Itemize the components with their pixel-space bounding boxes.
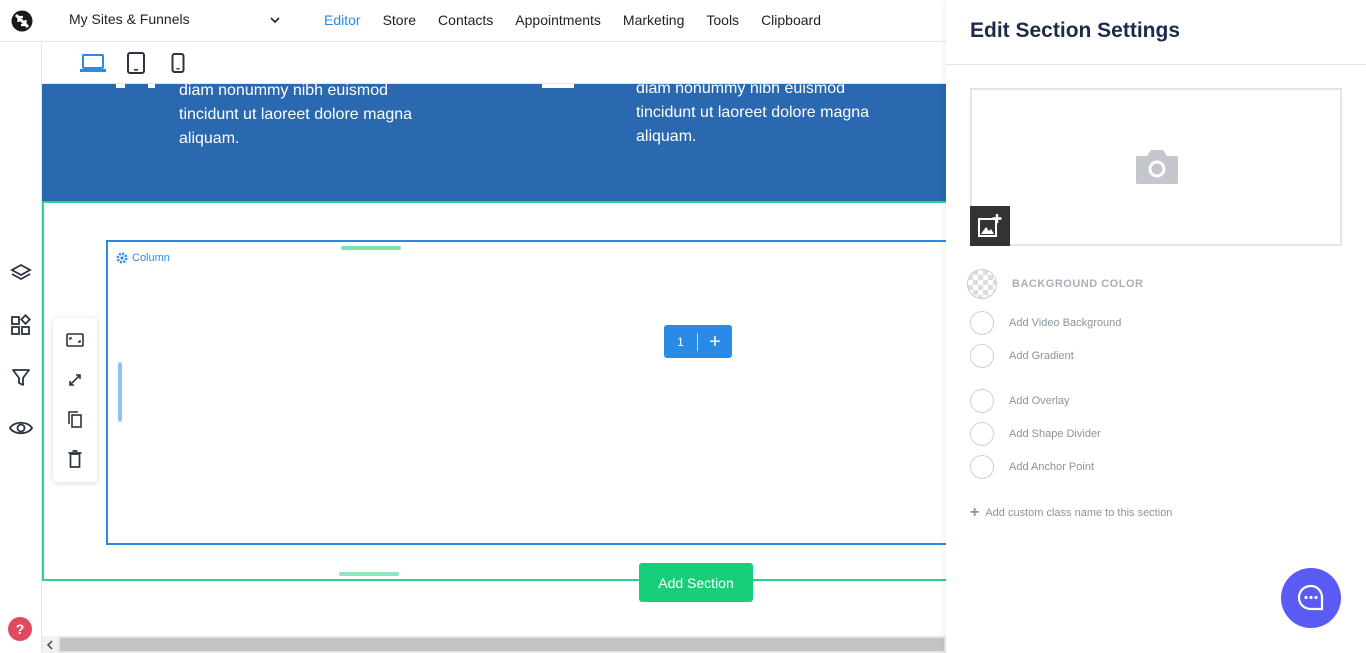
color-swatch[interactable]: [967, 269, 997, 299]
main-nav: Editor Store Contacts Appointments Marke…: [324, 12, 843, 28]
column-container[interactable]: Column 1 +: [106, 240, 946, 545]
mobile-view-button[interactable]: [164, 50, 192, 76]
option-radio[interactable]: [970, 311, 994, 335]
site-selector-label: My Sites & Funnels: [69, 11, 190, 27]
resize-button[interactable]: [64, 369, 86, 391]
feature-text-left: diam nonummy nibh euismod tincidunt ut l…: [179, 84, 413, 147]
widgets-button[interactable]: [9, 313, 33, 337]
add-section-button[interactable]: Add Section: [639, 563, 753, 602]
option-shape-divider[interactable]: Add Shape Divider: [970, 422, 1101, 446]
panel-title: Edit Section Settings: [970, 19, 1181, 42]
column-settings-label[interactable]: Column: [116, 252, 170, 264]
preview-button[interactable]: [9, 416, 33, 440]
column-label-text: Column: [132, 252, 170, 264]
add-image-button[interactable]: [970, 206, 1010, 246]
option-label: Add Gradient: [1009, 350, 1074, 362]
nav-item-appointments[interactable]: Appointments: [515, 12, 601, 28]
option-radio[interactable]: [970, 389, 994, 413]
column-left-resize-handle[interactable]: [118, 362, 122, 422]
panel-divider: [946, 64, 1366, 65]
section-settings-panel: Edit Section Settings BACKGROUND COLOR A…: [946, 0, 1366, 653]
delete-button[interactable]: [64, 448, 86, 470]
section-toolstrip: [53, 318, 97, 482]
option-radio[interactable]: [970, 455, 994, 479]
funnel-icon: [12, 369, 30, 386]
chevron-left-icon: [46, 639, 53, 650]
chat-bubble-icon: [1297, 584, 1324, 611]
nav-item-clipboard[interactable]: Clipboard: [761, 12, 821, 28]
selected-section[interactable]: Column 1 +: [42, 201, 946, 581]
horizontal-scrollbar[interactable]: [42, 636, 946, 653]
resize-icon: [69, 374, 81, 386]
nav-item-tools[interactable]: Tools: [706, 12, 739, 28]
nav-item-store[interactable]: Store: [383, 12, 416, 28]
funnel-button[interactable]: [9, 365, 33, 389]
option-label: Add Video Background: [1009, 317, 1122, 329]
add-column-button[interactable]: 1 +: [664, 325, 732, 358]
eye-icon: [9, 421, 33, 435]
background-color-picker[interactable]: BACKGROUND COLOR: [967, 269, 1143, 299]
feature-section: diam nonummy nibh euismod tincidunt ut l…: [42, 84, 946, 201]
device-toolbar: [42, 42, 946, 84]
feature-icon-left-part: [148, 84, 155, 88]
background-color-label: BACKGROUND COLOR: [1012, 278, 1144, 290]
custom-class-label: Add custom class name to this section: [985, 507, 1173, 519]
column-top-resize-handle[interactable]: [341, 246, 401, 250]
option-anchor-point[interactable]: Add Anchor Point: [970, 455, 1094, 479]
nav-item-contacts[interactable]: Contacts: [438, 12, 493, 28]
option-overlay[interactable]: Add Overlay: [970, 389, 1070, 413]
help-button[interactable]: ?: [8, 617, 32, 641]
feature-icon-left: [116, 84, 125, 88]
layers-button[interactable]: [9, 261, 33, 285]
option-label: Add Overlay: [1009, 395, 1070, 407]
aspect-ratio-icon: [66, 333, 84, 347]
gear-icon: [116, 252, 128, 264]
top-navbar: My Sites & Funnels Editor Store Contacts…: [0, 0, 946, 42]
nav-item-marketing[interactable]: Marketing: [623, 12, 684, 28]
scroll-left-button[interactable]: [42, 636, 58, 653]
widgets-icon: [11, 314, 32, 335]
chat-widget-button[interactable]: [1281, 568, 1341, 628]
tablet-icon: [127, 52, 145, 74]
background-image-picker[interactable]: [970, 88, 1342, 246]
add-custom-class-link[interactable]: + Add custom class name to this section: [970, 504, 1172, 522]
feature-icon-right: [542, 84, 574, 88]
left-rail: [0, 42, 42, 653]
layers-icon: [10, 263, 32, 281]
trash-icon: [68, 450, 82, 468]
nav-item-editor[interactable]: Editor: [324, 12, 361, 28]
mobile-icon: [171, 53, 185, 73]
chevron-down-icon: [270, 17, 280, 24]
option-radio[interactable]: [970, 422, 994, 446]
copy-icon: [68, 411, 82, 428]
plus-icon: +: [970, 504, 980, 521]
site-selector-dropdown[interactable]: My Sites & Funnels: [69, 11, 281, 31]
option-radio[interactable]: [970, 344, 994, 368]
desktop-view-button[interactable]: [79, 50, 107, 76]
section-bottom-resize-handle[interactable]: [339, 572, 399, 576]
scrollbar-thumb[interactable]: [60, 638, 944, 651]
add-photo-icon: [978, 214, 1002, 237]
app-logo-icon[interactable]: [10, 9, 34, 33]
aspect-ratio-button[interactable]: [64, 329, 86, 351]
copy-button[interactable]: [64, 409, 86, 431]
camera-icon: [1136, 150, 1178, 184]
add-column-plus: +: [709, 330, 721, 353]
option-video-background[interactable]: Add Video Background: [970, 311, 1121, 335]
option-gradient[interactable]: Add Gradient: [970, 344, 1074, 368]
option-label: Add Anchor Point: [1009, 461, 1095, 473]
desktop-icon: [80, 54, 106, 72]
editor-canvas: diam nonummy nibh euismod tincidunt ut l…: [42, 84, 946, 636]
column-count: 1: [664, 332, 698, 351]
tablet-view-button[interactable]: [122, 50, 150, 76]
feature-text-right: diam nonummy nibh euismod tincidunt ut l…: [636, 84, 870, 145]
option-label: Add Shape Divider: [1009, 428, 1101, 440]
